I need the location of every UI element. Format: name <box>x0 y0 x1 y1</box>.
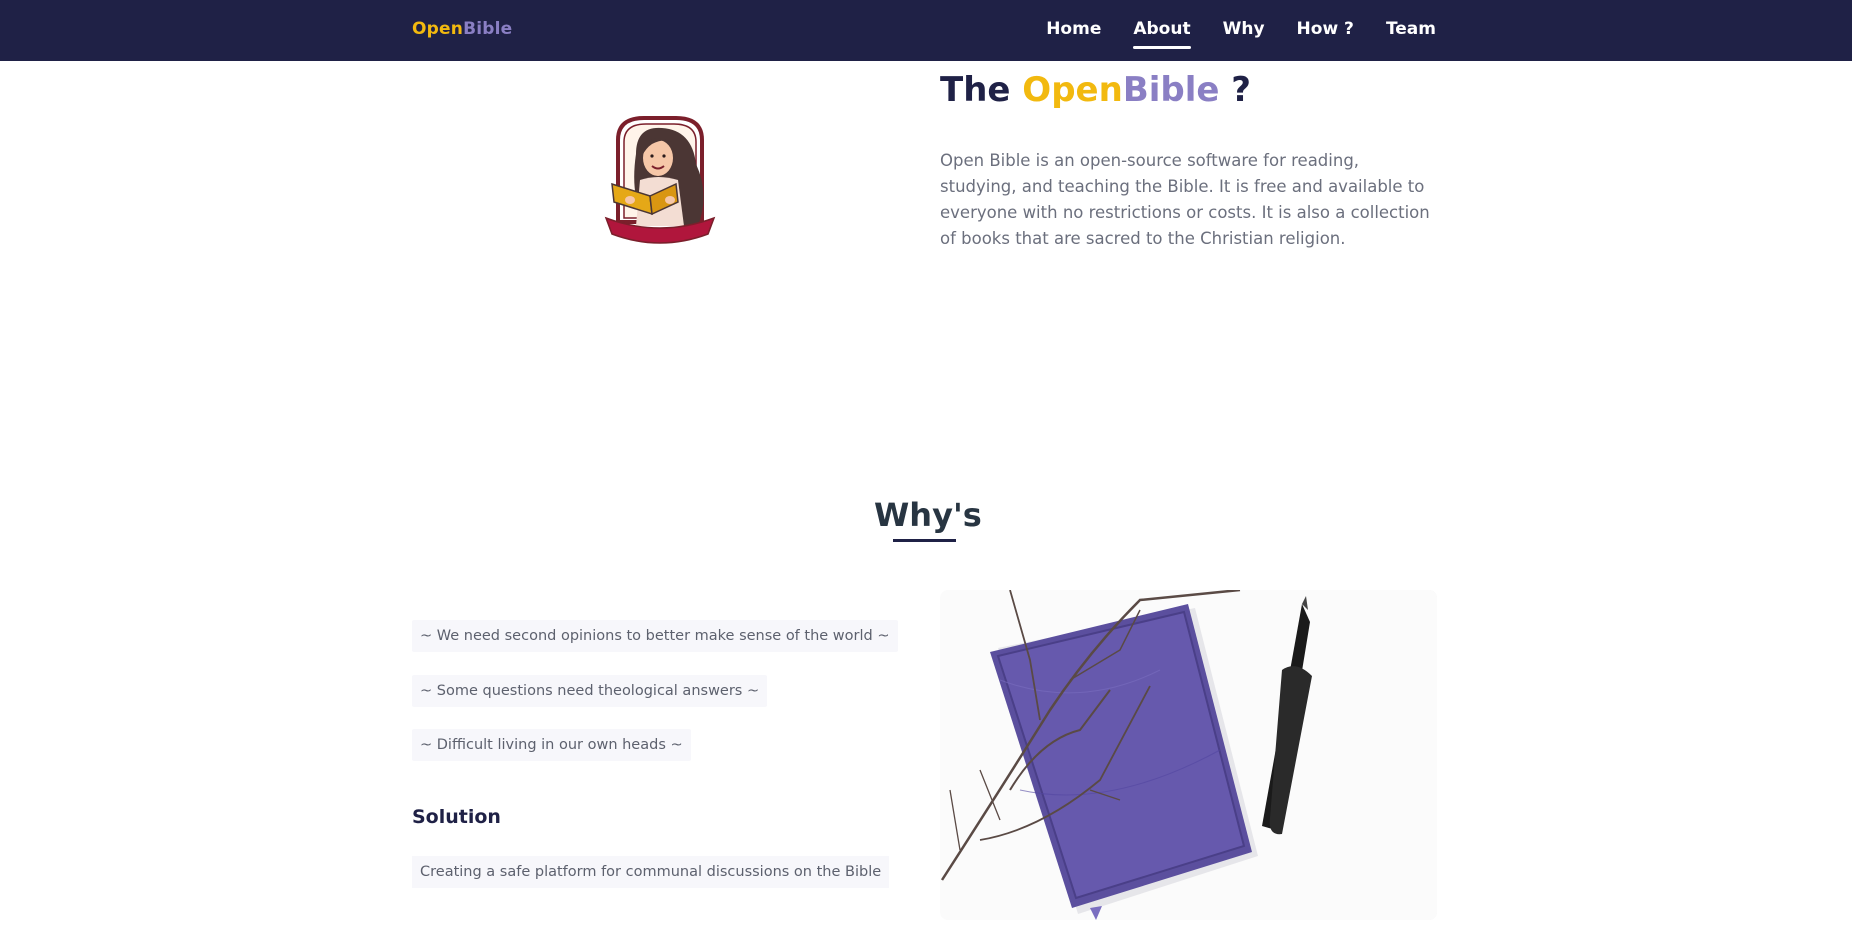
about-title: The OpenBible ? <box>940 70 1251 110</box>
reason-item: ~ Some questions need theological answer… <box>412 675 768 707</box>
about-title-bible: Bible <box>1122 70 1220 110</box>
navbar: OpenBible Home About Why How ? Team <box>0 0 1852 61</box>
nav-link-why[interactable]: Why <box>1223 19 1265 49</box>
brand-logo[interactable]: OpenBible <box>412 19 512 39</box>
whys-heading: Why's <box>874 496 982 534</box>
nav-link-how[interactable]: How ? <box>1297 19 1354 49</box>
nav-link-home[interactable]: Home <box>1046 19 1101 49</box>
about-description: Open Bible is an open-source software fo… <box>940 151 1430 248</box>
nav-link-about[interactable]: About <box>1133 19 1191 49</box>
bible-and-pen-photo <box>940 590 1437 920</box>
reason-item: ~ We need second opinions to better make… <box>412 620 898 652</box>
about-title-prefix: The <box>940 70 1023 110</box>
nav-menu: Home About Why How ? Team <box>1014 19 1436 49</box>
brand-bible: Bible <box>463 19 513 39</box>
brand-open: Open <box>412 19 464 39</box>
nav-link-team[interactable]: Team <box>1386 19 1436 49</box>
reason-item: ~ Difficult living in our own heads ~ <box>412 729 691 761</box>
about-title-open: Open <box>1022 70 1123 110</box>
woman-reading-bible-illustration <box>604 116 716 244</box>
solution-heading: Solution <box>412 806 501 828</box>
solution-text: Creating a safe platform for communal di… <box>412 856 890 888</box>
about-title-suffix: ? <box>1219 70 1251 110</box>
whys-heading-underline <box>893 539 956 542</box>
